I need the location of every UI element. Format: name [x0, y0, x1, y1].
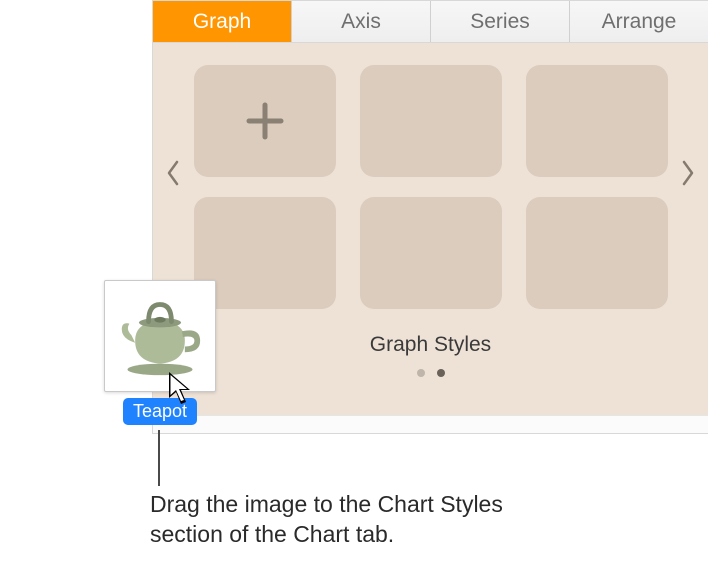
tab-bar: Graph Axis Series Arrange — [153, 1, 708, 43]
styles-next-button[interactable] — [676, 153, 700, 193]
file-thumbnail — [104, 280, 216, 392]
style-tile[interactable] — [526, 197, 668, 309]
chevron-left-icon — [166, 160, 180, 186]
dragged-file[interactable]: Teapot — [104, 280, 216, 425]
callout-line — [158, 430, 160, 486]
tab-axis[interactable]: Axis — [292, 1, 431, 42]
tab-arrange[interactable]: Arrange — [570, 1, 708, 42]
file-label: Teapot — [123, 398, 197, 425]
teapot-icon — [112, 293, 208, 379]
styles-title: Graph Styles — [163, 333, 698, 357]
graph-styles-section: Graph Styles — [153, 43, 708, 415]
style-tile[interactable] — [360, 197, 502, 309]
plus-icon — [243, 99, 287, 143]
add-style-tile[interactable] — [194, 65, 336, 177]
style-tile[interactable] — [526, 65, 668, 177]
chevron-right-icon — [681, 160, 695, 186]
tab-series[interactable]: Series — [431, 1, 570, 42]
page-dot-active[interactable] — [437, 369, 445, 377]
panel-footer — [153, 415, 708, 433]
page-indicator — [163, 369, 698, 377]
style-tile[interactable] — [360, 65, 502, 177]
callout-text: Drag the image to the Chart Styles secti… — [150, 490, 580, 550]
styles-prev-button[interactable] — [161, 153, 185, 193]
tab-graph[interactable]: Graph — [153, 1, 292, 42]
styles-grid — [163, 65, 698, 309]
page-dot[interactable] — [417, 369, 425, 377]
inspector-panel: Graph Axis Series Arrange — [152, 0, 708, 434]
